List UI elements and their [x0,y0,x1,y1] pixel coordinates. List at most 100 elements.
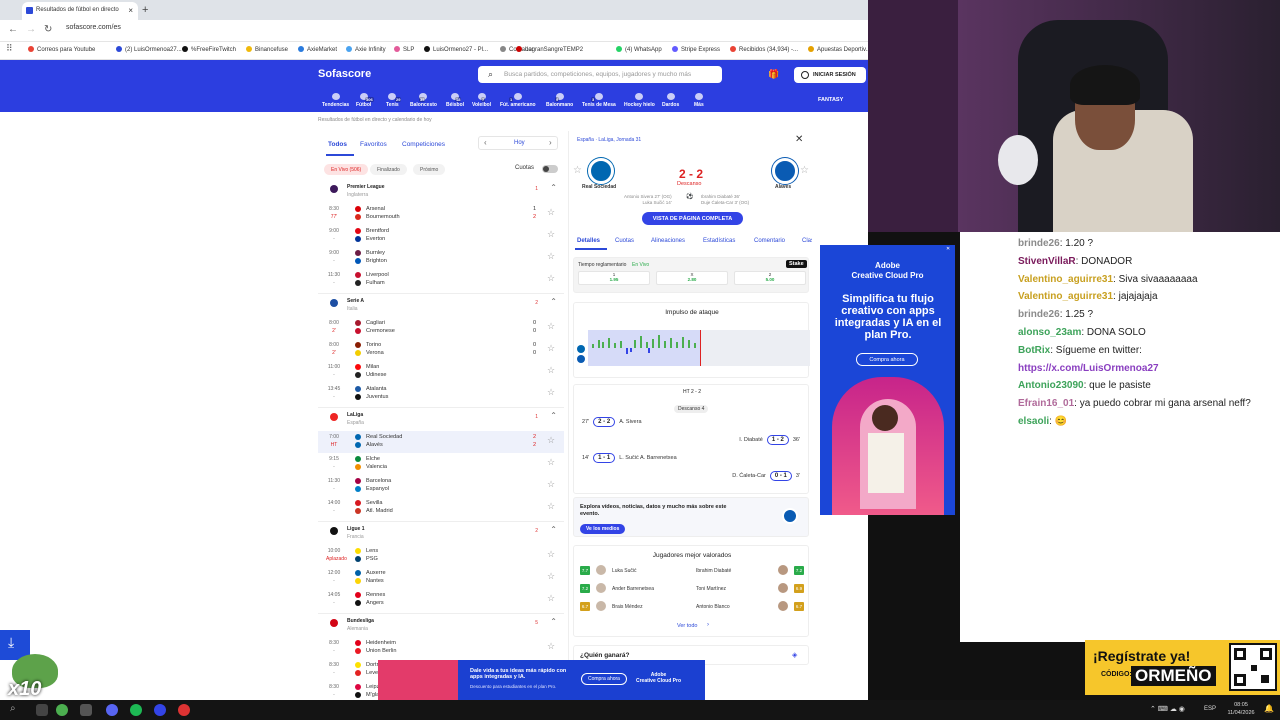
match-row[interactable]: 14:00 - Sevilla Atl. Madrid ☆ [318,497,564,519]
side-banner-ad[interactable]: ✕ Adobe Creative Cloud Pro Simplifica tu… [820,245,955,515]
chat-username[interactable]: Valentino_aguirre31 [1018,274,1113,285]
apps-grid-icon[interactable]: ⠿ [6,43,13,54]
bookmark-item[interactable]: LuisOrmeno27 - Pl... [424,46,488,53]
chat-username[interactable]: alonso_23am [1018,327,1081,338]
favorite-star-icon[interactable]: ☆ [547,321,555,332]
tab-close-icon[interactable]: × [128,6,133,15]
favorite-star-icon[interactable]: ☆ [547,251,555,262]
match-row[interactable]: 10:00 Aplazado Lens PSG ☆ [318,545,564,567]
match-row[interactable]: 11:00 - Milan Udinese ☆ [318,361,564,383]
chat-username[interactable]: BotRix [1018,345,1050,356]
search-input[interactable]: ⌕ Busca partidos, competiciones, equipos… [478,66,722,83]
favorite-star-icon[interactable]: ☆ [547,229,555,240]
match-row[interactable]: 14:05 - Rennes Angers ☆ [318,589,564,611]
sport-item[interactable]: Tenis 29 [386,93,402,108]
filter-live[interactable]: En Vivo (506) [324,164,369,175]
notification-icon[interactable]: 🔔 [1264,704,1274,713]
bookmark-item[interactable]: SLP [394,46,414,53]
sport-item[interactable]: Fútbol 306 [356,93,374,108]
bookmark-item[interactable]: AxieMarket [298,46,337,53]
detail-tab[interactable]: Clas [802,238,812,244]
promo-banner[interactable]: ¡Regístrate ya! CÓDIGO: ORMEÑO [1085,640,1280,695]
fantasy-link[interactable]: FANTASY [818,97,843,103]
clock-time[interactable]: 08:05 [1228,702,1254,708]
player-name[interactable]: Antonio Blanco [696,604,730,610]
app-icon[interactable] [80,704,92,716]
search-icon[interactable]: ⌕ [10,703,16,714]
match-row[interactable]: 9:15 - Elche Valencia ☆ [318,453,564,475]
detail-tab[interactable]: Detalles [577,238,600,244]
system-tray-icons[interactable]: ⌃ ⌨ ☁ ◉ [1150,705,1185,713]
league-header[interactable]: Premier League Inglaterra 1 ⌃ [318,181,564,201]
league-header[interactable]: LaLiga España 1 ⌃ [318,409,564,429]
discord-icon[interactable] [106,704,118,716]
player-name[interactable]: Toni Martínez [696,586,726,592]
date-picker[interactable]: ‹ Hoy › [478,136,558,150]
new-tab-button[interactable]: + [142,4,148,16]
player-name[interactable]: Ander Barrenetxea [612,586,654,592]
login-button[interactable]: INICIAR SESIÓN [794,67,866,83]
favorite-star-icon[interactable]: ☆ [547,641,555,652]
bookmark-item[interactable]: (2) LuisOrmenoa27... [116,46,182,53]
sport-item[interactable]: Más [694,93,704,108]
chat-username[interactable]: Valentino_aguirre31 [1018,291,1113,302]
player-name[interactable]: Brais Méndez [612,604,643,610]
odds-button[interactable]: 1 1.95 [578,271,650,285]
odds-button[interactable]: X 2.80 [656,271,728,285]
task-view-icon[interactable] [36,704,48,716]
odds-button[interactable]: 2 5.00 [734,271,806,285]
match-row[interactable]: 9:00 - Brentford Everton ☆ [318,225,564,247]
gift-icon[interactable]: 🎁 [768,69,779,80]
event-row[interactable]: I. Diabaté 1 - 2 36' [735,435,800,445]
side-ad-cta[interactable]: Compra ahora [856,353,918,366]
league-header[interactable]: Ligue 1 Francia 2 ⌃ [318,523,564,543]
chat-username[interactable]: brinde26 [1018,238,1060,249]
match-row[interactable]: 8:30 - Heidenheim Union Berlin ☆ [318,637,564,659]
sport-item[interactable]: Balonmano 9 [546,93,573,108]
bookmark-item[interactable]: %FreeFireTwitch [182,46,236,53]
league-header[interactable]: Serie A Italia 2 ⌃ [318,295,564,315]
sport-item[interactable]: Dardos [662,93,679,108]
favorite-star-icon[interactable]: ☆ [547,593,555,604]
match-row[interactable]: 8:30 77' Arsenal Bournemouth 1 2 ☆ [318,203,564,225]
sport-item[interactable]: Baloncesto 35 [410,93,437,108]
bottom-ad-cta[interactable]: Compra ahora [581,673,627,685]
tab-todos[interactable]: Todos [328,141,347,148]
favorite-star-icon[interactable]: ☆ [547,571,555,582]
chat-username[interactable]: elsaoli [1018,416,1049,427]
bookmark-item[interactable]: Binancefuse [246,46,288,53]
filter-upcoming[interactable]: Próximo [413,164,446,175]
match-row[interactable]: 13:45 - Atalanta Juventus ☆ [318,383,564,405]
sport-item[interactable]: Tendencias [322,93,349,108]
language-indicator[interactable]: ESP [1204,706,1216,712]
full-page-button[interactable]: VISTA DE PÁGINA COMPLETA [642,212,743,225]
sport-item[interactable]: Voleibol 7 [472,93,491,108]
chat-username[interactable]: Efrain16_01 [1018,398,1074,409]
favorite-star-icon[interactable]: ☆ [547,365,555,376]
chrome-icon[interactable] [56,704,68,716]
player-name[interactable]: Ibrahim Diabaté [696,568,731,574]
match-row[interactable]: 8:00 2' Cagliari Cremonese 0 0 ☆ [318,317,564,339]
favorite-star-icon[interactable]: ☆ [573,165,582,176]
match-row[interactable]: 11:30 - Barcelona Espanyol ☆ [318,475,564,497]
bookmark-item[interactable]: (4) WhatsApp [616,46,662,53]
app-icon[interactable] [154,704,166,716]
url-field[interactable]: sofascore.com/es [66,24,121,31]
detail-tab[interactable]: Comentario [754,238,785,244]
player-name[interactable]: Luka Sučić [612,568,636,574]
bookmark-item[interactable]: Correos para Youtube [28,46,95,53]
filter-finished[interactable]: Finalizado [370,164,407,175]
chat-username[interactable]: Antonio23090 [1018,380,1084,391]
favorite-star-icon[interactable]: ☆ [547,387,555,398]
match-row[interactable]: 9:00 - Burnley Brighton ☆ [318,247,564,269]
favorite-star-icon[interactable]: ☆ [547,207,555,218]
ad-close-icon[interactable]: ✕ [946,246,950,252]
bottom-banner-ad[interactable]: Dale vida a tus ideas más rápido con app… [378,660,705,700]
match-row[interactable]: 7:00 HT Real Sociedad Alavés 2 2 ☆ [318,431,564,453]
match-row[interactable]: 11:30 - Liverpool Fulham ☆ [318,269,564,291]
detail-tab[interactable]: Alineaciones [651,238,685,244]
chat-username[interactable]: StivenVillaR [1018,256,1076,267]
chat-username[interactable]: brinde26 [1018,309,1060,320]
tab-favoritos[interactable]: Favoritos [360,141,387,148]
event-row[interactable]: 27' 2 - 2 A. Sivera [582,417,646,427]
